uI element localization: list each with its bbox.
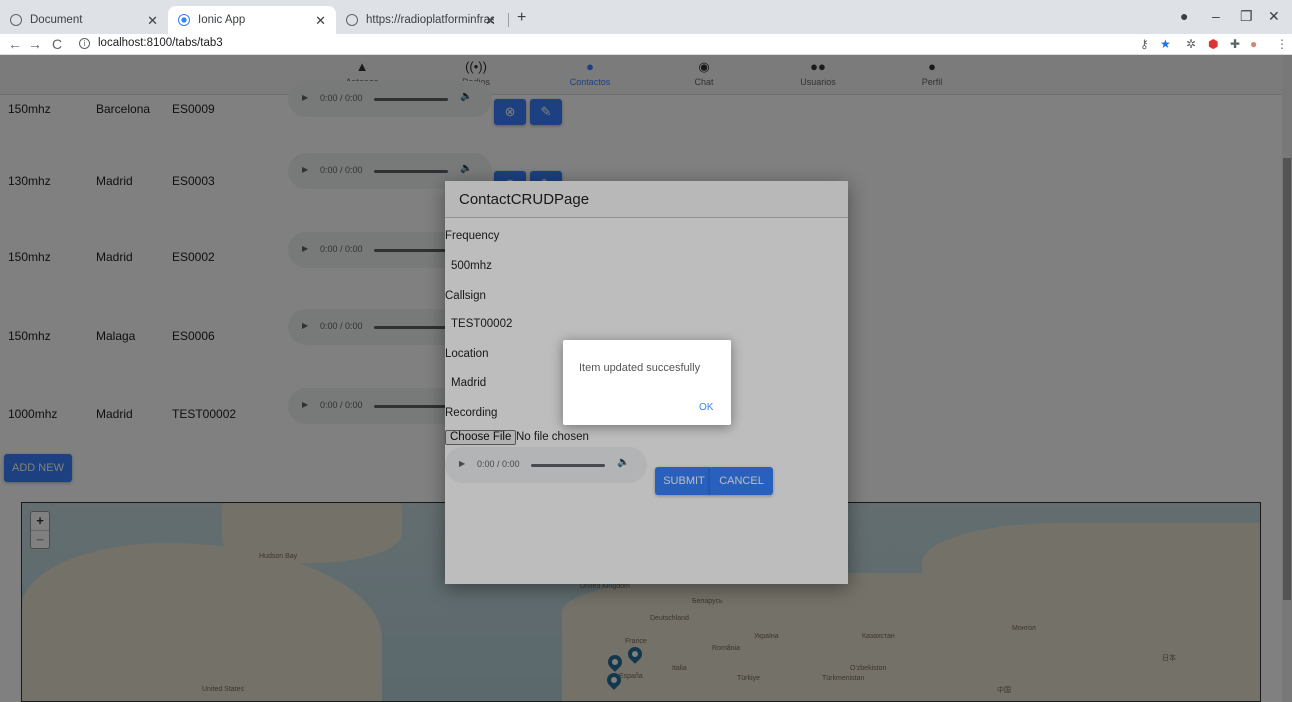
reload-icon[interactable]: C <box>52 36 62 52</box>
back-arrow-icon[interactable]: ← <box>8 36 22 52</box>
angular-extension-icon[interactable]: ⬢ <box>1208 37 1218 51</box>
tab-title: Document <box>30 14 83 26</box>
forward-arrow-icon[interactable]: → <box>28 36 42 52</box>
window-close-button[interactable]: ✕ <box>1268 8 1280 25</box>
alert-ok-button[interactable]: OK <box>699 402 713 413</box>
puzzle-icon[interactable]: ✚ <box>1230 37 1240 51</box>
info-icon[interactable]: i <box>79 37 90 49</box>
alert-message: Item updated succesfully <box>579 362 701 374</box>
close-icon[interactable]: ✕ <box>147 13 158 29</box>
url-field[interactable]: i localhost:8100/tabs/tab3 <box>79 37 223 49</box>
key-icon[interactable]: ⚷ <box>1140 37 1149 51</box>
globe-icon <box>346 14 358 26</box>
browser-tab-ionic-app[interactable]: Ionic App ✕ <box>168 6 336 34</box>
star-icon[interactable]: ★ <box>1160 37 1171 51</box>
alert-dialog: Item updated succesfully OK <box>563 340 731 425</box>
avatar[interactable]: ● <box>1250 37 1257 51</box>
account-icon[interactable]: ● <box>1180 8 1188 24</box>
new-tab-button[interactable]: + <box>517 9 526 27</box>
tab-separator <box>508 13 509 27</box>
extension-icon[interactable]: ✲ <box>1186 37 1196 51</box>
app-content: ▲ Antenas ((•)) Radios ● Contactos ◉ Cha… <box>0 55 1292 702</box>
ionic-icon <box>178 14 190 26</box>
address-bar: ← → C i localhost:8100/tabs/tab3 ⚷ ★ ✲ ⬢… <box>0 34 1292 55</box>
maximize-button[interactable]: ❐ <box>1240 8 1253 25</box>
menu-icon[interactable]: ⋮ <box>1276 37 1288 51</box>
minimize-button[interactable]: – <box>1212 8 1220 24</box>
tab-title: Ionic App <box>198 14 246 26</box>
globe-icon <box>10 14 22 26</box>
close-icon[interactable]: ✕ <box>315 13 326 29</box>
url-text: localhost:8100/tabs/tab3 <box>98 37 223 49</box>
close-icon[interactable]: ✕ <box>485 13 496 29</box>
browser-tab-radioplatform[interactable]: https://radioplatforminfrastructu ✕ <box>336 6 506 34</box>
tab-title: https://radioplatforminfrastructu <box>366 14 494 26</box>
browser-tab-bar: Document ✕ Ionic App ✕ https://radioplat… <box>0 0 1292 34</box>
browser-tab-document[interactable]: Document ✕ <box>0 6 168 34</box>
